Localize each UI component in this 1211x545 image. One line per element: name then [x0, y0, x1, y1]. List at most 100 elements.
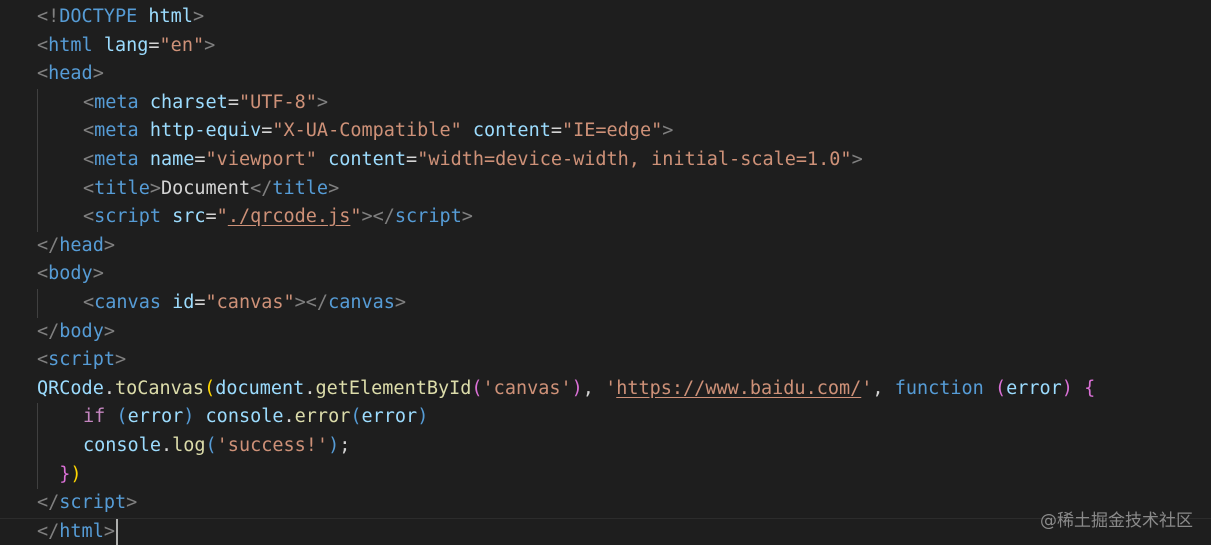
code-line[interactable]: if (error) console.error(error)	[0, 403, 1211, 432]
code-token: charset	[149, 91, 228, 113]
code-token: error	[1006, 377, 1062, 399]
code-line-content: <meta charset="UTF-8">	[83, 89, 328, 118]
code-line[interactable]: <meta name="viewport" content="width=dev…	[0, 145, 1211, 175]
code-token: >	[103, 234, 115, 256]
code-token: canvas	[328, 291, 395, 313]
code-token: script	[59, 492, 127, 514]
code-line[interactable]: console.log('success!');	[0, 431, 1211, 461]
code-line[interactable]: </script>	[0, 489, 1211, 518]
code-token: =	[148, 34, 160, 56]
code-token: title	[272, 177, 329, 199]
code-line-content: <html lang="en">	[37, 32, 215, 61]
code-token: (	[204, 377, 216, 399]
code-line[interactable]: <canvas id="canvas"></canvas>	[0, 288, 1211, 318]
code-token: meta	[94, 148, 139, 170]
code-token: <	[83, 177, 95, 199]
code-token: <	[37, 263, 49, 285]
code-token: error	[127, 406, 184, 428]
code-token: .	[160, 434, 173, 456]
code-line-content: </html>	[37, 518, 118, 545]
code-link[interactable]: https://www.baidu.com/	[616, 378, 861, 399]
code-token: meta	[94, 91, 139, 113]
code-token: </	[37, 234, 60, 256]
code-token: http-equiv	[149, 120, 262, 142]
code-token: >	[114, 349, 127, 371]
code-token: content	[328, 148, 407, 170]
code-token: </	[37, 520, 60, 542]
code-line-content: <canvas id="canvas"></canvas>	[83, 289, 406, 318]
indent-guide	[37, 288, 38, 318]
code-token: =	[550, 120, 562, 142]
code-editor[interactable]: <!DOCTYPE html> <html lang="en"> <head> <me…	[0, 0, 1211, 545]
code-link[interactable]: ./qrcode.js	[228, 206, 351, 227]
code-token: head	[48, 63, 93, 85]
code-token: script	[394, 206, 462, 228]
indent-guide	[37, 403, 38, 432]
code-line-content: if (error) console.error(error)	[83, 403, 428, 432]
code-line-content: </head>	[37, 232, 115, 261]
code-line-content: <!DOCTYPE html>	[37, 3, 204, 32]
code-line[interactable]: <!DOCTYPE html>	[0, 3, 1211, 32]
code-token: >	[103, 320, 115, 342]
code-line[interactable]: </html>	[0, 517, 1211, 545]
code-token: >	[316, 91, 329, 113]
code-token: error	[361, 406, 418, 428]
code-line[interactable]: })	[0, 460, 1211, 490]
code-line[interactable]: </head>	[0, 232, 1211, 261]
code-line[interactable]: <html lang="en">	[0, 32, 1211, 61]
code-token: =	[406, 148, 418, 170]
code-token: (	[205, 434, 217, 456]
code-line[interactable]: <head>	[0, 60, 1211, 89]
indent-guide	[37, 431, 38, 461]
code-line[interactable]: </body>	[0, 318, 1211, 347]
code-area[interactable]: <!DOCTYPE html> <html lang="en"> <head> <me…	[0, 3, 1211, 545]
code-token: content	[472, 120, 551, 142]
code-token: <	[83, 291, 95, 313]
indent-guide	[37, 174, 38, 204]
code-line[interactable]: <meta charset="UTF-8">	[0, 88, 1211, 118]
indent-guide	[37, 145, 38, 175]
code-line[interactable]: <script src="./qrcode.js"></script>	[0, 203, 1211, 232]
code-token: "	[350, 206, 362, 228]
code-token: </	[37, 492, 60, 514]
watermark: @稀土掘金技术社区	[1040, 511, 1193, 531]
code-token: )	[328, 434, 340, 456]
code-line-content: QRCode.toCanvas(document.getElementById(…	[37, 375, 1095, 404]
code-token: }	[59, 463, 71, 485]
code-line-content: </body>	[37, 318, 115, 347]
code-token: '	[861, 377, 873, 399]
code-token: html	[48, 34, 93, 56]
text-cursor	[115, 518, 118, 545]
code-token: "	[216, 206, 228, 228]
code-token: error	[294, 406, 351, 428]
code-token: >	[851, 148, 863, 170]
code-line[interactable]: <body>	[0, 260, 1211, 289]
code-token: )	[183, 406, 195, 428]
code-token: <	[83, 120, 95, 142]
code-token: ,	[872, 377, 895, 399]
code-token: <	[83, 206, 95, 228]
code-token: <	[37, 349, 49, 371]
code-token: ,	[582, 377, 606, 399]
code-token: "X-UA-Compatible"	[272, 120, 462, 142]
code-token: DOCTYPE	[59, 6, 138, 27]
code-line-content: })	[37, 461, 81, 490]
code-line[interactable]: <meta http-equiv="X-UA-Compatible" conte…	[0, 117, 1211, 146]
code-line[interactable]: <script>	[0, 346, 1211, 375]
code-token: script	[94, 206, 161, 228]
code-token: head	[59, 234, 104, 256]
code-token: (	[350, 406, 362, 428]
indent-guide	[37, 203, 38, 232]
code-token: getElementById	[315, 377, 472, 399]
code-token: html	[148, 6, 193, 27]
code-line[interactable]: QRCode.toCanvas(document.getElementById(…	[0, 375, 1211, 404]
code-line[interactable]: <title>Document</title>	[0, 174, 1211, 204]
code-line-content: <title>Document</title>	[83, 175, 339, 204]
code-token: ></	[294, 291, 329, 313]
code-line-content: <meta http-equiv="X-UA-Compatible" conte…	[83, 117, 673, 146]
code-token: >	[103, 520, 115, 542]
